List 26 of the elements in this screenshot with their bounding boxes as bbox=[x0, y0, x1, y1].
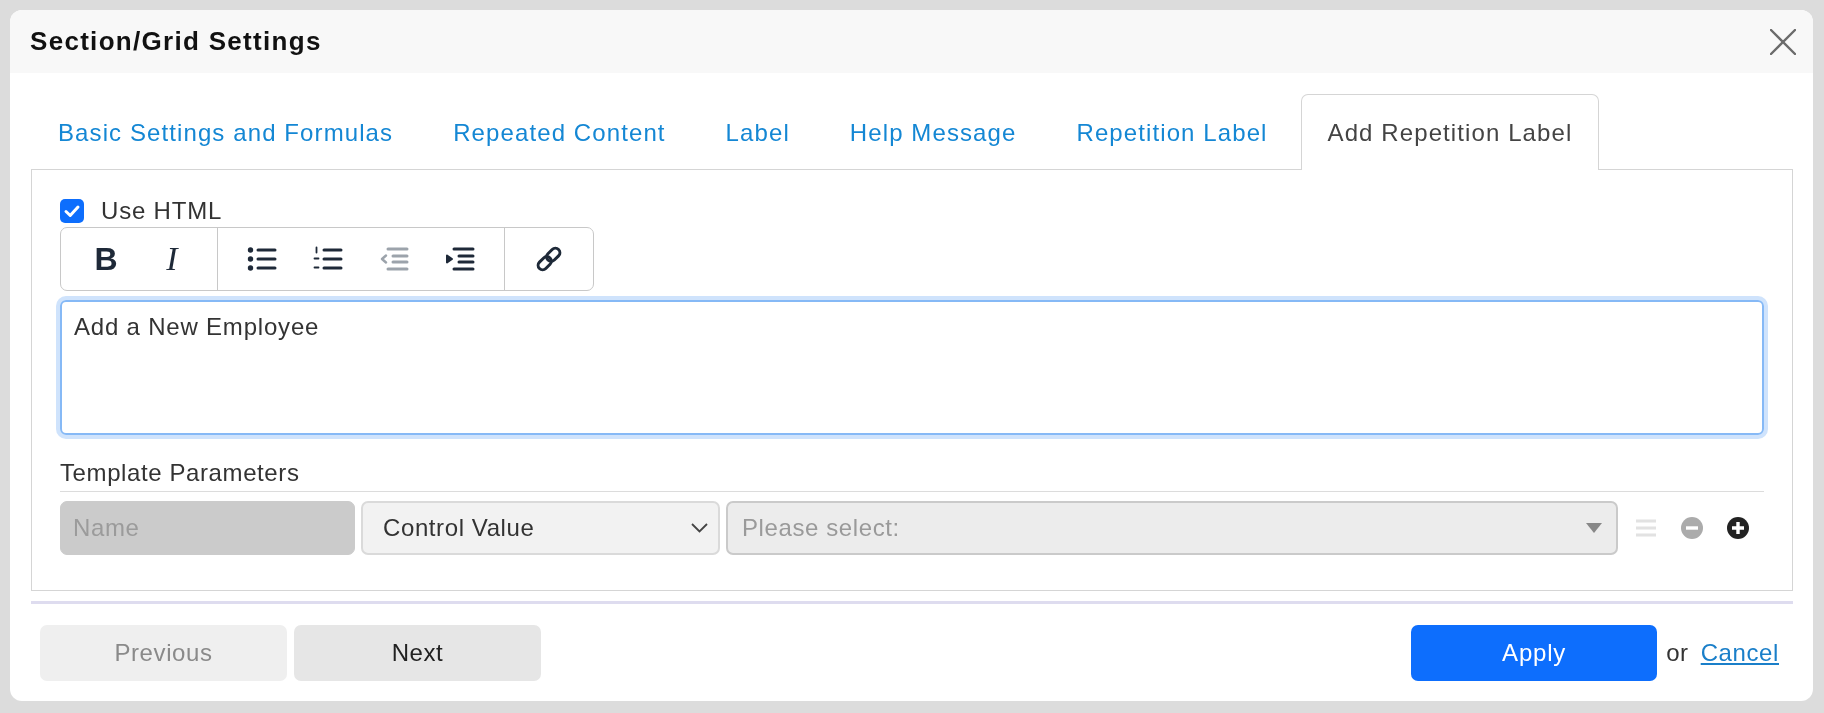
indent-icon bbox=[445, 246, 475, 272]
source-select[interactable]: Control Value bbox=[361, 501, 720, 555]
apply-button[interactable]: Apply bbox=[1411, 625, 1658, 681]
bold-button[interactable]: B bbox=[73, 229, 139, 289]
chevron-down-icon bbox=[691, 523, 708, 533]
tab[interactable]: Add Repetition Label bbox=[1300, 94, 1600, 170]
next-button[interactable]: Next bbox=[294, 625, 541, 681]
bullet-list-icon bbox=[247, 246, 277, 272]
tab[interactable]: Help Message bbox=[822, 94, 1044, 170]
italic-button[interactable]: I bbox=[139, 229, 205, 289]
cancel-link[interactable]: Cancel bbox=[1700, 639, 1779, 667]
tab[interactable]: Label bbox=[698, 94, 817, 170]
checkbox-label: Use HTML bbox=[101, 197, 223, 225]
triangle-down-icon bbox=[1586, 523, 1602, 533]
window-title: Section/Grid Settings bbox=[30, 26, 322, 57]
tab[interactable]: Basic Settings and Formulas bbox=[31, 94, 421, 170]
numbered-list-icon bbox=[313, 246, 343, 272]
plus-circle-icon[interactable] bbox=[1727, 517, 1749, 539]
or-text: or bbox=[1666, 639, 1689, 667]
link-icon bbox=[534, 244, 564, 274]
section-heading: Template Parameters bbox=[60, 459, 1764, 492]
tab[interactable]: Repeated Content bbox=[426, 94, 693, 170]
outdent-icon bbox=[379, 246, 409, 272]
tab[interactable]: Repetition Label bbox=[1049, 94, 1295, 170]
close-icon[interactable] bbox=[1770, 28, 1796, 55]
checkbox[interactable] bbox=[60, 199, 84, 223]
